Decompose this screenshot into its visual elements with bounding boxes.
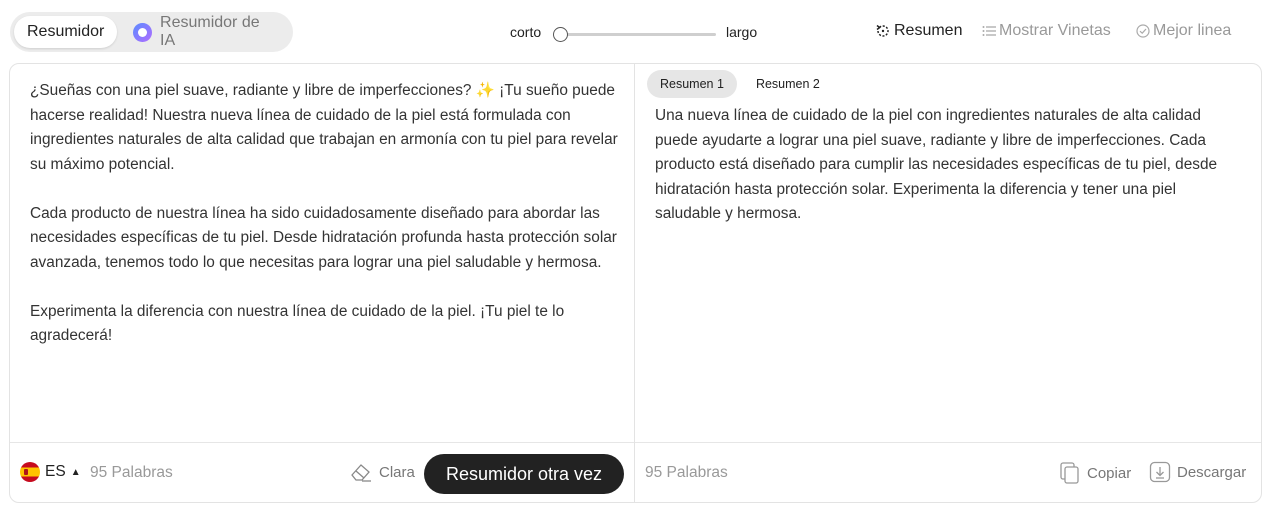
best-line-button[interactable]: Mejor linea bbox=[1135, 22, 1231, 40]
tab-summarizer[interactable]: Resumidor bbox=[14, 16, 118, 48]
spain-flag-icon bbox=[20, 462, 40, 482]
length-long-label: largo bbox=[726, 24, 758, 40]
caret-up-icon: ▲ bbox=[70, 466, 81, 478]
ai-logo-icon bbox=[133, 22, 153, 42]
input-textarea[interactable]: ¿Sueñas con una piel suave, radiante y l… bbox=[30, 79, 620, 349]
copy-icon bbox=[1060, 462, 1079, 484]
output-footer-divider bbox=[635, 442, 1261, 443]
output-panel: Resumen 1 Resumen 2 Una nueva línea de c… bbox=[634, 63, 1262, 503]
tab-summary-1[interactable]: Resumen 1 bbox=[647, 70, 737, 98]
tab-ai-summarizer-label: Resumidor de IA bbox=[160, 14, 260, 49]
input-word-count: 95 Palabras bbox=[90, 464, 173, 481]
download-button[interactable]: Descargar bbox=[1149, 461, 1246, 483]
output-text: Una nueva línea de cuidado de la piel co… bbox=[655, 107, 1218, 222]
output-word-count: 95 Palabras bbox=[645, 464, 728, 481]
eraser-icon bbox=[351, 464, 371, 482]
summary-tabs: Resumen 1 Resumen 2 bbox=[647, 70, 833, 98]
best-line-label: Mejor linea bbox=[1153, 22, 1232, 39]
length-slider-thumb[interactable] bbox=[553, 27, 568, 42]
copy-button[interactable]: Copiar bbox=[1059, 461, 1131, 485]
refresh-icon bbox=[876, 24, 889, 37]
language-code: ES bbox=[45, 463, 66, 480]
summary-button[interactable]: Resumen bbox=[874, 22, 962, 40]
mode-switch: Resumidor Resumidor de IA bbox=[10, 12, 293, 52]
length-slider-track[interactable] bbox=[560, 33, 716, 36]
show-bullets-button[interactable]: Mostrar Vinetas bbox=[981, 22, 1111, 40]
check-circle-icon bbox=[1136, 24, 1150, 38]
language-selector[interactable]: ES ▲ bbox=[20, 462, 81, 482]
download-icon bbox=[1149, 461, 1171, 483]
download-label: Descargar bbox=[1177, 463, 1247, 481]
input-footer-divider bbox=[10, 442, 634, 443]
tab-summarizer-label: Resumidor bbox=[27, 23, 105, 40]
copy-label: Copiar bbox=[1087, 464, 1132, 482]
tab-summary-2[interactable]: Resumen 2 bbox=[742, 70, 833, 98]
input-panel: ¿Sueñas con una piel suave, radiante y l… bbox=[9, 63, 635, 503]
clear-label: Clara bbox=[379, 463, 415, 481]
clear-button[interactable]: Clara bbox=[349, 461, 415, 483]
tab-ai-summarizer[interactable]: Resumidor de IA bbox=[117, 14, 289, 49]
length-short-label: corto bbox=[510, 24, 542, 40]
list-icon bbox=[982, 26, 996, 36]
summary-label: Resumen bbox=[894, 22, 963, 39]
show-bullets-label: Mostrar Vinetas bbox=[999, 22, 1111, 39]
summarize-again-button[interactable]: Resumidor otra vez bbox=[424, 454, 624, 494]
